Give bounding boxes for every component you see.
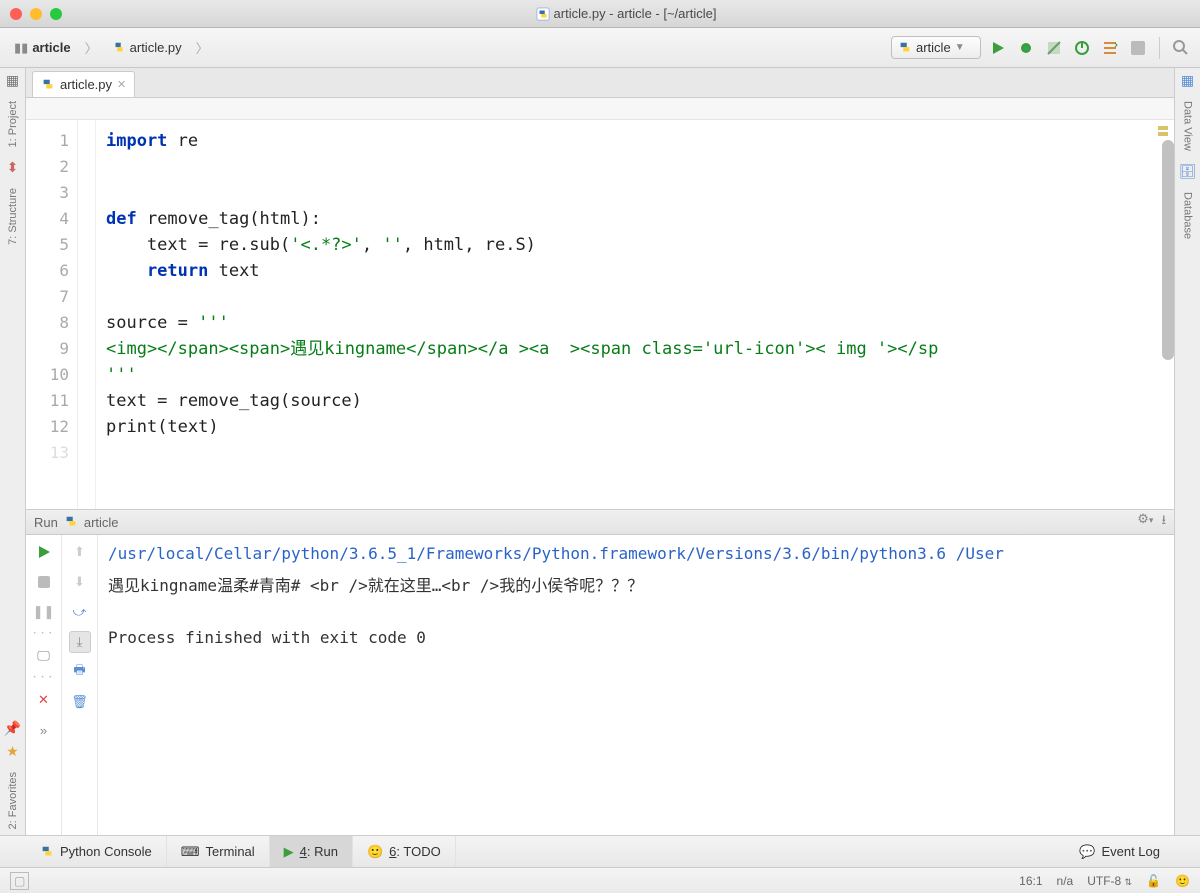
python-file-icon [536,7,550,21]
exit-button[interactable]: ✕ [33,689,55,711]
console-line: 遇见kingname温柔#青南# <br />就在这里…<br />我的小侯爷呢… [108,573,1164,599]
close-tab-icon[interactable]: ✕ [117,78,126,91]
run-panel: ❚❚ • • • 🖵 • • • ✕ » ⬆ ⬇ ⤻ ⤓ 🖶 🗑 /usr/lo… [26,535,1174,835]
console-line: /usr/local/Cellar/python/3.6.5_1/Framewo… [108,541,1164,567]
project-icon: ▦ [6,72,19,89]
console-line: Process finished with exit code 0 [108,625,1164,651]
favorites-tool-button[interactable]: 2: Favorites [5,766,21,835]
editor-tab-bar: article.py ✕ [26,68,1174,98]
todo-tab[interactable]: 🙂 6: TODO [353,836,456,867]
database-tool-button[interactable]: Database [1180,186,1196,245]
run-panel-title: Run [34,515,58,530]
run-panel-config-name: article [84,515,119,530]
project-tool-button[interactable]: 1: Project [5,95,21,153]
run-tab[interactable]: ▶ 4: Run [270,836,353,867]
status-bar: ▢ 16:1 n/a UTF-8 ⇅ 🔓 🙂 [0,867,1200,893]
scroll-end-button[interactable]: ⤓ [69,631,91,653]
breadcrumb-item-folder[interactable]: ▮▮ article [8,38,77,58]
terminal-icon: ⌨︎ [181,844,200,860]
todo-icon: 🙂 [367,844,383,860]
file-encoding[interactable]: UTF-8 ⇅ [1087,874,1132,888]
run-config-selector[interactable]: article ▼ [891,36,981,59]
python-console-tab[interactable]: Python Console [26,836,167,867]
titlebar: article.py - article - [~/article] [0,0,1200,28]
code-editor[interactable]: 12345678910111213 import re def remove_t… [26,120,1174,509]
code-area[interactable]: import re def remove_tag(html): text = r… [96,120,1174,509]
up-stack-button[interactable]: ⬆ [69,541,91,563]
close-window-button[interactable] [10,8,22,20]
editor-tab-label: article.py [60,77,112,92]
dump-threads-button[interactable]: 🖵 [33,645,55,667]
down-stack-button[interactable]: ⬇ [69,571,91,593]
breadcrumb-item-file[interactable]: article.py [106,38,188,57]
python-icon [64,515,78,529]
concurrency-button[interactable] [1099,37,1121,59]
event-log-button[interactable]: 💬 Event Log [1065,844,1174,860]
rerun-button[interactable] [33,541,55,563]
run-config-label: article [916,40,951,55]
settings-icon[interactable]: ⚙︎▾ [1137,511,1153,533]
toolbar: ▮▮ article article.py article ▼ [0,28,1200,68]
console-output[interactable]: /usr/local/Cellar/python/3.6.5_1/Framewo… [98,535,1174,835]
database-icon: 🗄 [1179,163,1197,180]
coverage-button[interactable] [1043,37,1065,59]
chevron-down-icon: ▼ [955,42,965,53]
editor-scrollbar[interactable] [1162,140,1174,360]
stop-run-button[interactable] [33,571,55,593]
maximize-window-button[interactable] [50,8,62,20]
window-title: article.py - article - [~/article] [554,6,717,21]
table-icon: ▦ [1181,72,1194,89]
line-gutter: 12345678910111213 [26,120,78,509]
export-icon[interactable]: ⭳ [1161,511,1166,533]
profile-button[interactable] [1071,37,1093,59]
python-file-icon [112,41,126,55]
line-separator[interactable]: n/a [1057,874,1074,888]
tool-windows-button[interactable]: ▢ [10,872,29,890]
more-button[interactable]: » [33,719,55,741]
right-tool-strip: ▦ Data View 🗄 Database [1174,68,1200,835]
soft-wrap-button[interactable]: ⤻ [69,601,91,623]
star-icon: ★ [6,743,19,760]
bottom-tool-tabs: Python Console ⌨︎ Terminal ▶ 4: Run 🙂 6:… [0,835,1200,867]
terminal-tab[interactable]: ⌨︎ Terminal [167,836,270,867]
breadcrumb-separator [83,38,100,57]
pause-button[interactable]: ❚❚ [33,601,55,623]
search-everywhere-button[interactable] [1170,37,1192,59]
python-icon [898,41,912,55]
run-left-toolbar: ❚❚ • • • 🖵 • • • ✕ » [26,535,62,835]
run-left-toolbar2: ⬆ ⬇ ⤻ ⤓ 🖶 🗑 [62,535,98,835]
pin-icon: 📌 [4,720,21,737]
data-view-tool-button[interactable]: Data View [1180,95,1196,157]
structure-tool-button[interactable]: 7: Structure [5,182,21,251]
folder-icon: ▮▮ [14,40,28,56]
clear-button[interactable]: 🗑 [69,691,91,713]
speech-bubble-icon: 💬 [1079,844,1095,860]
left-tool-strip: ▦ 1: Project ⬍ 7: Structure 📌 ★ 2: Favor… [0,68,26,835]
fold-gutter [78,120,96,509]
stop-button[interactable] [1127,37,1149,59]
print-button[interactable]: 🖶 [69,661,91,683]
readonly-lock-icon[interactable]: 🔓 [1146,874,1161,888]
caret-position[interactable]: 16:1 [1019,874,1042,888]
play-icon: ▶ [284,844,294,860]
debug-button[interactable] [1015,37,1037,59]
hector-icon[interactable]: 🙂 [1175,874,1190,888]
minimize-window-button[interactable] [30,8,42,20]
breadcrumb-separator [194,38,211,57]
editor-tab-article[interactable]: article.py ✕ [32,71,135,97]
python-file-icon [41,78,55,92]
run-panel-header: Run article ⚙︎▾ ⭳ [26,509,1174,535]
structure-icon: ⬍ [7,159,19,176]
python-icon [40,845,54,859]
run-button[interactable] [987,37,1009,59]
